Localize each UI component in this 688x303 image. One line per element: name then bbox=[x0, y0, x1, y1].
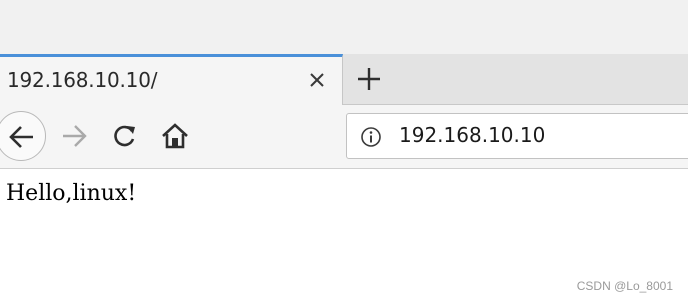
title-bar bbox=[0, 0, 688, 54]
tab-strip: 192.168.10.10/ bbox=[0, 54, 688, 105]
navigation-toolbar: 192.168.10.10 bbox=[0, 105, 688, 169]
forward-button[interactable] bbox=[58, 120, 90, 152]
watermark: CSDN @Lo_8001 bbox=[576, 279, 673, 293]
close-icon[interactable] bbox=[306, 69, 328, 91]
page-body-text: Hello,linux! bbox=[6, 181, 137, 206]
plus-icon[interactable] bbox=[355, 65, 383, 93]
back-button[interactable] bbox=[0, 111, 46, 161]
browser-window: 192.168.10.10/ 192.168.10.10 Hello,linux… bbox=[0, 0, 688, 303]
page-content: Hello,linux! CSDN @Lo_8001 bbox=[0, 169, 688, 303]
reload-button[interactable] bbox=[108, 120, 140, 152]
info-icon[interactable] bbox=[360, 126, 382, 148]
tab-active[interactable]: 192.168.10.10/ bbox=[0, 54, 343, 105]
url-text[interactable]: 192.168.10.10 bbox=[399, 123, 545, 147]
tab-title: 192.168.10.10/ bbox=[7, 68, 158, 92]
address-bar[interactable]: 192.168.10.10 bbox=[346, 113, 688, 159]
home-button[interactable] bbox=[158, 119, 192, 153]
